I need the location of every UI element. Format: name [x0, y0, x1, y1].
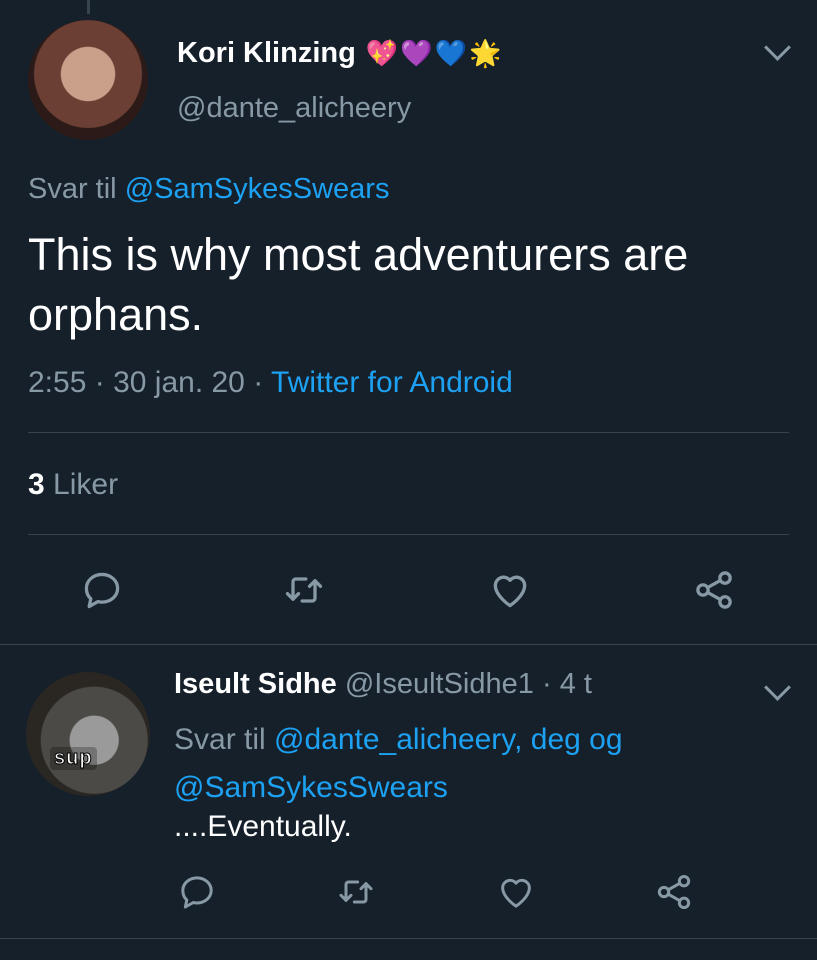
- author-handle[interactable]: @dante_alicheery: [177, 92, 411, 125]
- share-button[interactable]: [692, 568, 736, 612]
- likes-count: 3: [28, 468, 45, 501]
- chevron-down-icon[interactable]: [764, 34, 791, 61]
- tweet-time: 2:55: [28, 366, 87, 399]
- chevron-down-icon[interactable]: [764, 674, 791, 701]
- author-name-text: Kori Klinzing: [177, 37, 356, 69]
- reply-avatar[interactable]: sup: [26, 672, 150, 796]
- reply-tweet-text: ....Eventually.: [174, 810, 352, 843]
- reply-header: Iseult Sidhe @IseultSidhe1 · 4 t: [174, 668, 592, 701]
- reply-mention-link[interactable]: @SamSykesSwears: [125, 173, 390, 205]
- likes-label: Liker: [53, 468, 119, 501]
- like-icon: [493, 575, 527, 608]
- glowing-star-emoji: 🌟: [468, 38, 502, 68]
- reply-prefix: Svar til: [28, 173, 117, 205]
- tweet-text: This is why most adventurers are orphans…: [28, 229, 689, 340]
- reply-button[interactable]: [80, 568, 124, 612]
- reply-author-name[interactable]: Iseult Sidhe: [174, 668, 337, 700]
- tweet-separator: [0, 644, 817, 645]
- blue-heart-emoji: 💙: [434, 38, 467, 68]
- meta-separator: ·: [94, 366, 105, 399]
- tweet-separator: [0, 938, 817, 939]
- divider: [28, 432, 789, 433]
- reply-prefix: Svar til: [174, 723, 266, 756]
- retweet-icon: [339, 880, 373, 904]
- likes-link[interactable]: 3 Liker: [28, 468, 118, 502]
- reply-icon: [181, 876, 213, 909]
- thread-line: [87, 0, 90, 14]
- meta-separator: ·: [253, 366, 264, 399]
- avatar-caption: sup: [50, 747, 97, 770]
- time-separator: ·: [541, 668, 552, 700]
- reply-mention-link[interactable]: @SamSykesSwears: [174, 771, 448, 804]
- share-icon: [696, 571, 732, 609]
- purple-heart-emoji: 💜: [400, 38, 433, 68]
- tweet-meta: 2:55 · 30 jan. 20 · Twitter for Android: [28, 366, 513, 400]
- reply-button[interactable]: [177, 872, 217, 912]
- reply-context: Svar til @SamSykesSwears: [28, 173, 389, 206]
- reply-mention-link[interactable]: @dante_alicheery,: [274, 723, 522, 756]
- like-button[interactable]: [496, 872, 536, 912]
- avatar[interactable]: [28, 20, 148, 140]
- divider: [28, 534, 789, 535]
- share-button[interactable]: [654, 872, 694, 912]
- like-icon: [501, 878, 531, 908]
- retweet-icon: [285, 577, 323, 603]
- reply-context: Svar til @dante_alicheery, deg og @SamSy…: [174, 716, 774, 812]
- tweet-date: 30 jan. 20: [113, 366, 245, 399]
- reply-icon: [84, 572, 120, 609]
- share-icon: [657, 875, 691, 909]
- reply-author-handle[interactable]: @IseultSidhe1: [345, 668, 534, 700]
- name-emojis: 💖 💜 💙 🌟: [366, 38, 502, 69]
- like-button[interactable]: [488, 568, 532, 612]
- author-name[interactable]: Kori Klinzing 💖 💜 💙 🌟: [177, 37, 501, 70]
- reply-connector-link[interactable]: deg og: [531, 723, 623, 756]
- reply-time: 4 t: [559, 668, 592, 700]
- retweet-button[interactable]: [282, 568, 326, 612]
- source-app-link[interactable]: Twitter for Android: [271, 366, 513, 399]
- sparkling-heart-emoji: 💖: [365, 38, 399, 68]
- retweet-button[interactable]: [336, 872, 376, 912]
